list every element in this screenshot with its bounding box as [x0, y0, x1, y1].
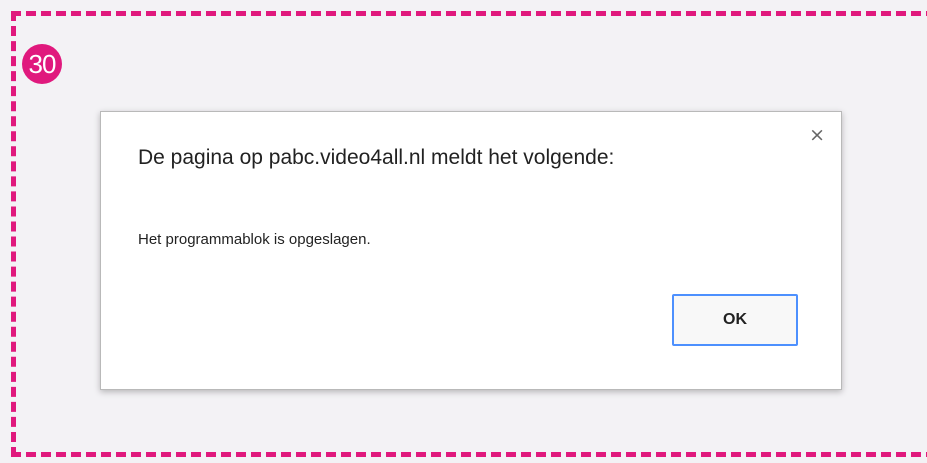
- ok-button[interactable]: OK: [672, 294, 798, 346]
- dialog-message: Het programmablok is opgeslagen.: [138, 231, 371, 248]
- close-icon[interactable]: ×: [809, 126, 825, 145]
- alert-dialog: De pagina op pabc.video4all.nl meldt het…: [100, 111, 842, 390]
- dialog-title: De pagina op pabc.video4all.nl meldt het…: [138, 146, 615, 169]
- step-number-badge: 30: [22, 44, 62, 84]
